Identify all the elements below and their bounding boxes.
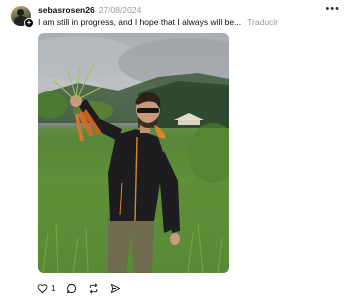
post-caption: I am still in progress, and I hope that … <box>38 17 242 27</box>
share-button[interactable] <box>110 283 121 294</box>
heart-icon <box>37 283 48 294</box>
translate-link[interactable]: Traducir <box>247 17 278 27</box>
follow-plus-icon[interactable]: + <box>24 18 34 28</box>
repost-icon <box>88 282 99 294</box>
comment-icon <box>66 283 77 294</box>
username[interactable]: sebasrosen26 <box>38 5 95 15</box>
like-count: 1 <box>51 283 56 293</box>
like-button[interactable]: 1 <box>37 283 55 294</box>
comment-button[interactable] <box>66 283 77 294</box>
post-photo[interactable] <box>38 33 229 273</box>
share-icon <box>110 283 121 294</box>
photo-illustration <box>38 36 229 273</box>
avatar[interactable]: + <box>11 6 34 28</box>
action-bar: 1 <box>37 281 132 295</box>
post-date: 27/08/2024 <box>98 5 142 15</box>
caption-line: I am still in progress, and I hope that … <box>38 17 278 27</box>
repost-button[interactable] <box>88 282 99 294</box>
more-options-icon[interactable]: ••• <box>325 3 340 15</box>
post-header: sebasrosen26 27/08/2024 <box>38 5 141 15</box>
